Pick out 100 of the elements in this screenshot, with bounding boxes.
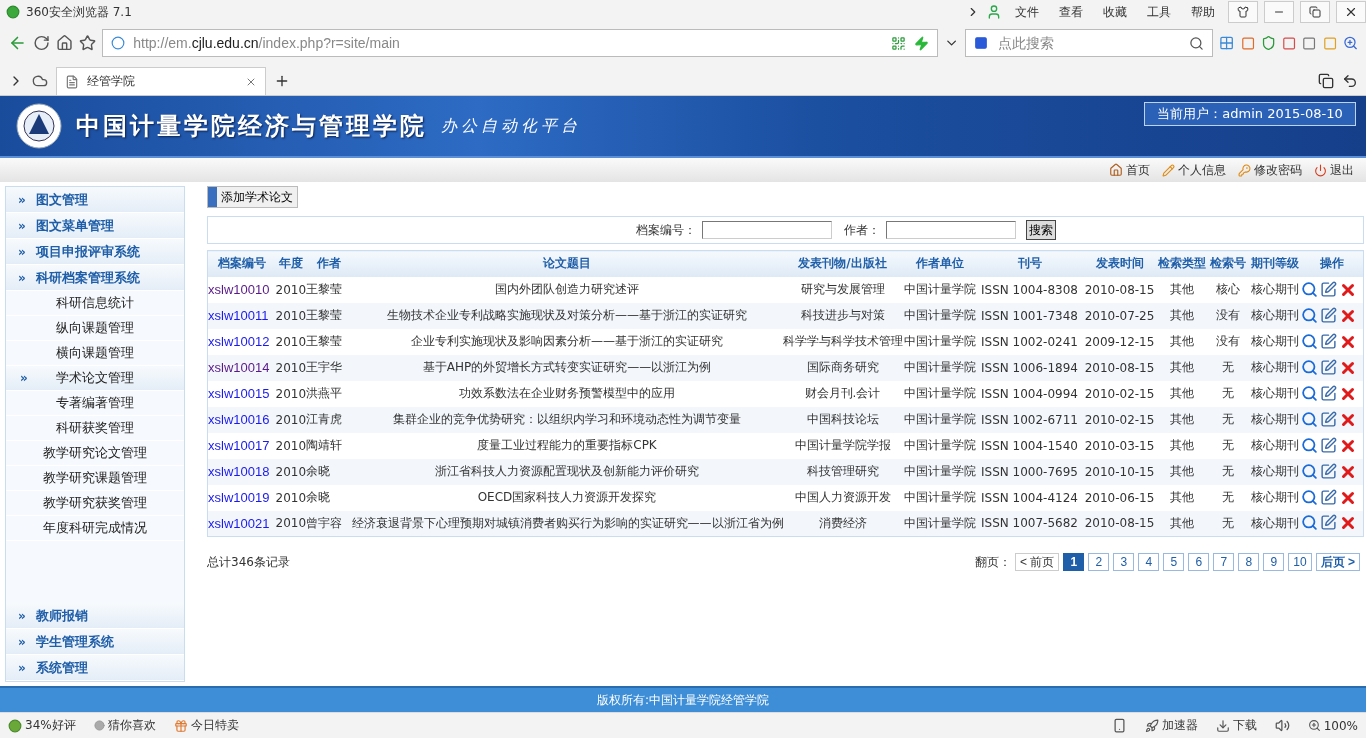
menu-item[interactable]: 收藏 [1096, 3, 1134, 21]
next-page-button[interactable]: 后页 > [1315, 553, 1360, 571]
page-button[interactable]: 1 [1063, 553, 1085, 571]
sidebar-item[interactable]: 专著编著管理 [6, 391, 184, 416]
edit-icon[interactable] [1319, 462, 1337, 481]
zoom-level[interactable]: 100% [1307, 718, 1358, 733]
edit-icon[interactable] [1319, 358, 1337, 377]
table-cell: 2010-10-15 [1082, 458, 1157, 485]
maximize-button[interactable] [1300, 1, 1330, 23]
menu-item[interactable]: 查看 [1052, 3, 1090, 21]
phone-icon[interactable] [1111, 718, 1127, 733]
view-icon[interactable] [1300, 462, 1318, 481]
toolbar-link[interactable]: 首页 [1109, 161, 1150, 179]
cloud-icon[interactable] [32, 73, 48, 89]
close-button[interactable] [1336, 1, 1366, 23]
undo-icon[interactable] [1342, 73, 1358, 89]
edit-icon[interactable] [1319, 436, 1337, 455]
edit-icon[interactable] [1319, 306, 1337, 325]
new-tab-icon[interactable] [274, 73, 290, 89]
record-link[interactable]: xslw10019 [208, 490, 270, 505]
reload-icon[interactable] [33, 34, 51, 52]
page-button[interactable]: 3 [1113, 553, 1135, 571]
pager-label: 翻页： [974, 553, 1011, 571]
sidebar-item[interactable]: 科研信息统计 [6, 291, 184, 316]
table-cell: ISSN 1000-7695 [976, 458, 1083, 485]
toolbar-link[interactable]: 修改密码 [1238, 161, 1302, 179]
home-icon [1109, 163, 1123, 177]
view-icon[interactable] [1300, 514, 1318, 533]
browser-tab[interactable]: 经管学院 [56, 67, 266, 95]
view-icon[interactable] [1300, 436, 1318, 455]
sidebar-item[interactable]: 科研获奖管理 [6, 416, 184, 441]
page-button[interactable]: 6 [1188, 553, 1210, 571]
record-link[interactable]: xslw10016 [208, 412, 270, 427]
view-icon[interactable] [1300, 332, 1318, 351]
sidebar-item[interactable]: 教学研究获奖管理 [6, 491, 184, 516]
sidebar-item[interactable]: 教学研究课题管理 [6, 466, 184, 491]
record-link[interactable]: xslw10015 [208, 386, 270, 401]
record-link[interactable]: xslw10018 [208, 464, 270, 479]
view-icon[interactable] [1300, 306, 1318, 325]
page-button[interactable]: 2 [1088, 553, 1110, 571]
toolbar-link[interactable]: 退出 [1314, 161, 1354, 179]
page-button[interactable]: 8 [1238, 553, 1260, 571]
status-item[interactable]: 加速器 [1144, 717, 1198, 734]
input-field[interactable] [701, 221, 832, 239]
edit-icon[interactable] [1319, 410, 1337, 429]
menu-item[interactable]: 帮助 [1184, 3, 1222, 21]
home-icon[interactable] [56, 34, 74, 52]
record-link[interactable]: xslw10021 [208, 515, 270, 531]
page-button[interactable]: 5 [1163, 553, 1185, 571]
user-icon[interactable] [986, 4, 1002, 20]
page-button[interactable]: 10 [1288, 553, 1312, 571]
sidebar-item[interactable]: 年度科研完成情况 [6, 516, 184, 541]
page-button[interactable]: 4 [1138, 553, 1160, 571]
search-icon[interactable] [1189, 35, 1205, 51]
sidebar-item[interactable]: 纵向课题管理 [6, 316, 184, 341]
edit-icon[interactable] [1319, 384, 1337, 403]
sidebar-item[interactable]: 教学研究论文管理 [6, 441, 184, 466]
menu-item[interactable]: 工具 [1140, 3, 1178, 21]
view-icon[interactable] [1300, 488, 1318, 507]
input-field[interactable] [885, 221, 1016, 239]
apps-icon[interactable] [1219, 35, 1235, 51]
search-field[interactable]: 点此搜索 [996, 34, 1182, 52]
menu-item[interactable]: 文件 [1008, 3, 1046, 21]
shield-icon[interactable] [1260, 35, 1277, 51]
view-icon[interactable] [1300, 410, 1318, 429]
page-button[interactable]: 7 [1213, 553, 1235, 571]
lightning-icon[interactable] [914, 35, 930, 51]
table-cell: 国际商务研究 [782, 354, 903, 381]
status-item[interactable]: 34%好评 [8, 717, 76, 734]
add-paper-button[interactable]: 添加学术论文 [207, 186, 298, 208]
search-bar[interactable]: 点此搜索 [965, 29, 1214, 57]
edit-icon[interactable] [1319, 488, 1337, 507]
minimize-button[interactable] [1264, 1, 1294, 23]
table-cell: 中国计量学院 [902, 406, 977, 433]
address-bar[interactable]: http://em.cjlu.edu.cn/index.php?r=site/main [102, 29, 939, 57]
record-link[interactable]: xslw10012 [208, 334, 270, 349]
record-link[interactable]: xslw10017 [208, 438, 270, 453]
view-icon[interactable] [1300, 358, 1318, 377]
page-button[interactable]: 9 [1263, 553, 1285, 571]
tabs-icon[interactable] [1318, 73, 1334, 89]
toolbar-link[interactable]: 个人信息 [1162, 161, 1226, 179]
edit-icon[interactable] [1319, 514, 1337, 533]
status-item[interactable]: 下载 [1215, 717, 1257, 734]
prev-page-button[interactable]: < 前页 [1014, 553, 1060, 571]
record-link[interactable]: xslw10011 [208, 308, 269, 323]
star-icon[interactable] [79, 34, 97, 52]
skin-button[interactable] [1228, 1, 1258, 23]
record-link[interactable]: xslw10010 [208, 282, 270, 297]
table-cell: 中国计量学院 [902, 302, 977, 329]
edit-icon[interactable] [1319, 280, 1337, 299]
view-icon[interactable] [1300, 384, 1318, 403]
status-item[interactable]: 今日特卖 [173, 717, 239, 734]
record-link[interactable]: xslw10014 [208, 360, 270, 375]
status-item[interactable]: 猜你喜欢 [93, 717, 156, 734]
edit-icon[interactable] [1319, 332, 1337, 351]
view-icon[interactable] [1300, 280, 1318, 299]
search-button[interactable]: 搜索 [1025, 220, 1056, 240]
qr-code-icon[interactable] [891, 35, 907, 51]
volume-icon[interactable] [1274, 718, 1290, 733]
zoom-icon[interactable] [1342, 35, 1358, 51]
